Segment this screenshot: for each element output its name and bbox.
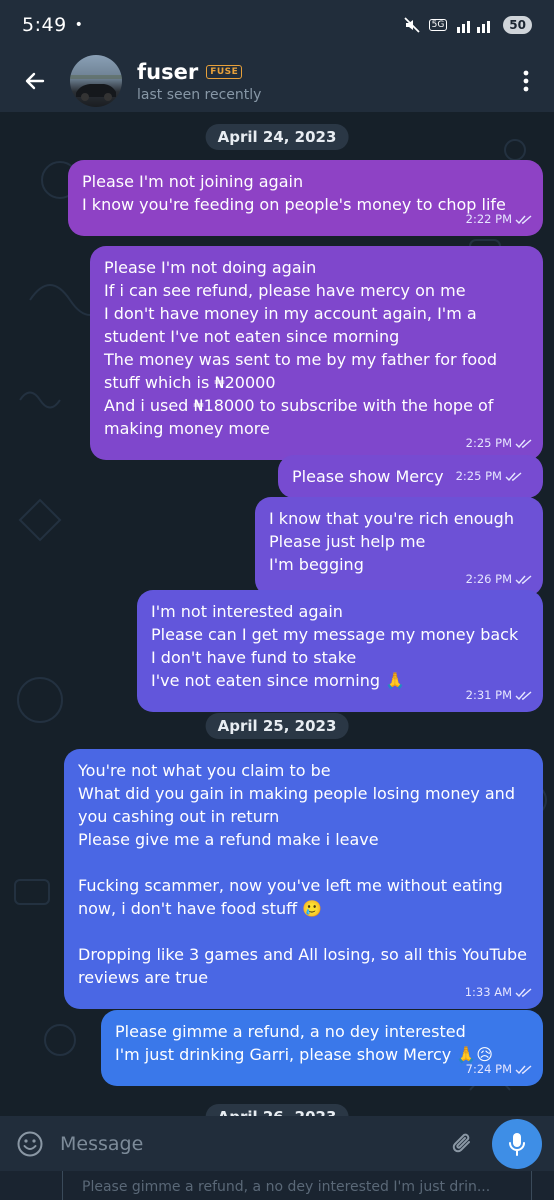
signal-icon <box>457 21 491 33</box>
message-bubble[interactable]: Please show Mercy 2:25 PM <box>278 455 543 498</box>
message-meta: 2:22 PM <box>466 208 533 231</box>
status-time: 5:49 <box>22 14 67 36</box>
message-time: 2:22 PM <box>465 212 512 226</box>
message-time: 2:26 PM <box>465 572 512 586</box>
smiley-icon <box>17 1131 43 1156</box>
message-text: Please I'm not joining again I know you'… <box>82 172 506 214</box>
date-separator: April 24, 2023 <box>205 124 349 150</box>
attach-button[interactable] <box>438 1116 488 1171</box>
network-label: 5G <box>428 19 448 31</box>
message-time: 2:31 PM <box>465 688 512 702</box>
message-meta: 2:31 PM <box>466 684 533 707</box>
message-time: 2:25 PM <box>455 469 502 483</box>
message-text: Please show Mercy <box>292 467 444 486</box>
last-seen-status: last seen recently <box>137 86 262 103</box>
message-bubble[interactable]: You're not what you claim to be What did… <box>64 749 543 1009</box>
message-time: 7:24 PM <box>465 1062 512 1076</box>
double-check-icon <box>505 471 522 481</box>
double-check-icon <box>515 438 532 448</box>
battery-level: 50 <box>503 16 532 34</box>
message-bubble[interactable]: Please I'm not joining again I know you'… <box>68 160 543 236</box>
message-bubble[interactable]: I know that you're rich enough Please ju… <box>255 497 543 596</box>
double-check-icon <box>515 1064 532 1074</box>
message-meta: 2:25 PM <box>466 432 533 455</box>
chat-title[interactable]: fuser FUSE last seen recently <box>137 60 261 103</box>
message-composer <box>0 1116 554 1171</box>
contact-name: fuser <box>137 59 199 84</box>
message-time: 1:33 AM <box>464 985 512 999</box>
mute-icon <box>403 17 420 33</box>
message-meta: 2:25 PM <box>456 465 523 488</box>
car-image <box>70 75 122 101</box>
bottom-preview-strip: Please gimme a refund, a no dey interest… <box>0 1171 554 1200</box>
status-icons: 5G 50 <box>403 16 532 34</box>
date-separator: April 25, 2023 <box>205 713 349 739</box>
message-bubble[interactable]: Please I'm not doing again If i can see … <box>90 246 543 460</box>
double-check-icon <box>515 690 532 700</box>
message-meta: 1:33 AM <box>465 981 533 1004</box>
avatar[interactable] <box>70 55 122 107</box>
double-check-icon <box>515 214 532 224</box>
fuse-badge: FUSE <box>206 64 243 79</box>
paperclip-icon <box>452 1133 470 1152</box>
message-meta: 7:24 PM <box>466 1058 533 1081</box>
more-vertical-icon <box>523 70 529 92</box>
message-bubble[interactable]: Please gimme a refund, a no dey interest… <box>101 1010 543 1086</box>
message-text: I know that you're rich enough Please ju… <box>269 509 514 574</box>
status-bar: 5:49 • 5G 50 <box>0 0 554 50</box>
more-menu-button[interactable] <box>498 50 554 112</box>
message-time: 2:25 PM <box>465 436 512 450</box>
back-button[interactable] <box>0 50 70 112</box>
message-text: I'm not interested again Please can I ge… <box>151 602 519 690</box>
voice-record-button[interactable] <box>492 1118 542 1169</box>
emoji-button[interactable] <box>0 1116 60 1171</box>
message-input[interactable] <box>60 1132 438 1155</box>
microphone-icon <box>509 1132 525 1156</box>
message-bubble[interactable]: I'm not interested again Please can I ge… <box>137 590 543 712</box>
arrow-left-icon <box>25 72 45 90</box>
chat-header: fuser FUSE last seen recently <box>0 50 554 112</box>
double-check-icon <box>515 574 532 584</box>
message-text: Please I'm not doing again If i can see … <box>104 258 498 438</box>
double-check-icon <box>515 987 532 997</box>
message-text: You're not what you claim to be What did… <box>78 761 527 987</box>
message-meta: 2:26 PM <box>466 568 533 591</box>
reply-preview-text: Please gimme a refund, a no dey interest… <box>82 1179 491 1195</box>
notification-dot: • <box>74 17 83 33</box>
